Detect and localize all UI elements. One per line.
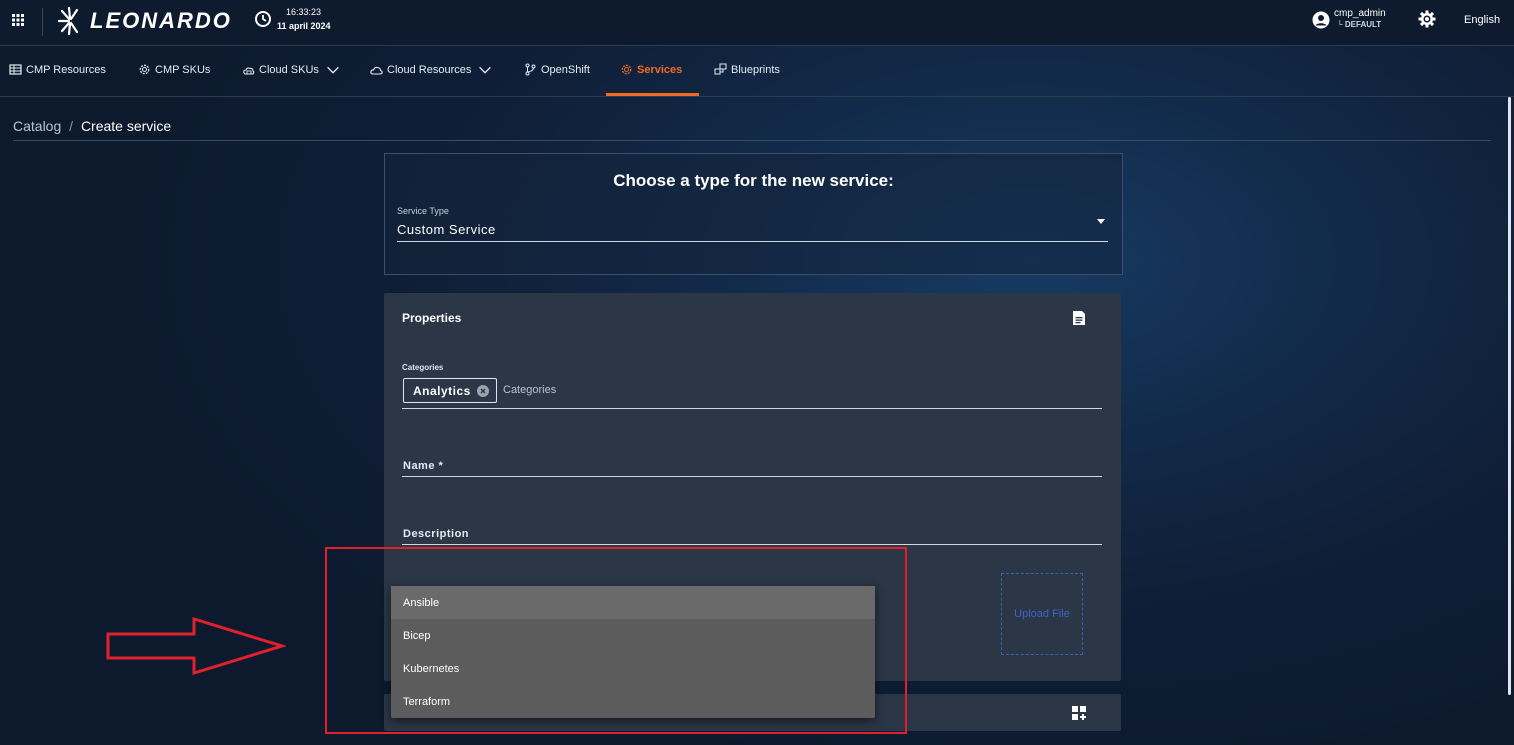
chip-label: Analytics [413, 383, 471, 398]
nav-label: CMP SKUs [155, 63, 211, 76]
nav-item-cmp-skus[interactable]: CMP SKUs [138, 63, 210, 76]
nav-item-cloud-resources[interactable]: Cloud Resources [370, 63, 492, 77]
upload-file-dropzone[interactable]: Upload File [1001, 573, 1083, 655]
clock-time: 16:33:23 [286, 7, 322, 17]
nav-label: Cloud Resources [387, 64, 472, 76]
breadcrumb: Catalog / Create service [13, 118, 171, 134]
nav-label: Blueprints [731, 63, 780, 76]
active-tab-indicator [606, 93, 699, 96]
server-rack-icon [9, 64, 22, 75]
clock-date: 11 april 2024 [277, 21, 331, 31]
categories-underline [402, 408, 1102, 409]
category-chip[interactable]: Analytics [403, 378, 497, 403]
clock-icon [255, 11, 271, 27]
categories-input[interactable]: Categories [503, 384, 556, 396]
name-field[interactable]: Name * [403, 460, 443, 472]
settings-gear-icon[interactable] [1418, 10, 1436, 28]
blueprint-icon [714, 63, 727, 75]
service-type-label: Service Type [397, 206, 449, 216]
arrow-right-icon [106, 617, 286, 675]
account-circle-icon[interactable] [1312, 11, 1330, 29]
nav-label: Cloud SKUs [259, 64, 319, 76]
chip-remove-icon[interactable] [477, 385, 489, 397]
highlight-box [325, 547, 907, 734]
grid-add-icon[interactable] [1071, 705, 1087, 721]
git-branch-icon [525, 63, 536, 76]
service-type-underline [397, 241, 1108, 242]
brand-logo-text: LEONARDO [90, 8, 232, 33]
cloud-icon [370, 66, 383, 75]
nav-label: OpenShift [541, 63, 590, 76]
breadcrumb-separator: / [69, 118, 74, 134]
user-name[interactable]: cmp_admin [1334, 8, 1386, 19]
categories-label: Categories [402, 363, 444, 372]
cloud-box-icon [243, 66, 255, 75]
description-underline [402, 544, 1102, 545]
description-field[interactable]: Description [403, 528, 469, 540]
breadcrumb-divider [13, 140, 1491, 141]
language-selector[interactable]: English [1464, 14, 1500, 26]
nav-label: CMP Resources [26, 63, 106, 76]
gear-outline-icon [139, 64, 150, 75]
apps-grid-icon[interactable] [12, 14, 24, 26]
dropdown-caret-icon[interactable] [1097, 219, 1105, 224]
nav-item-openshift[interactable]: OpenShift [524, 63, 590, 76]
breadcrumb-parent[interactable]: Catalog [13, 118, 61, 134]
nav-label: Services [637, 63, 683, 76]
page-scrollbar[interactable] [1508, 97, 1511, 695]
divider [42, 8, 43, 36]
nav-item-services[interactable]: Services [620, 63, 682, 76]
breadcrumb-current: Create service [80, 118, 172, 134]
name-underline [402, 476, 1102, 477]
main-nav: CMP Resources CMP SKUs Cloud SKUs Cloud … [0, 46, 1514, 97]
nav-item-blueprints[interactable]: Blueprints [714, 63, 780, 76]
service-type-title: Choose a type for the new service: [613, 171, 894, 190]
nav-item-cloud-skus[interactable]: Cloud SKUs [242, 63, 340, 77]
gear-outline-icon [621, 64, 632, 75]
user-tenant: └ DEFAULT [1337, 20, 1382, 29]
chevron-down-icon [327, 66, 339, 74]
leonardo-logo-icon [57, 6, 79, 36]
nav-item-cmp-resources[interactable]: CMP Resources [9, 63, 106, 76]
upload-file-label: Upload File [1014, 608, 1070, 620]
save-document-icon[interactable] [1071, 310, 1087, 326]
chevron-down-icon [479, 66, 492, 74]
properties-title: Properties [402, 311, 462, 325]
service-type-select[interactable]: Custom Service [397, 222, 496, 237]
